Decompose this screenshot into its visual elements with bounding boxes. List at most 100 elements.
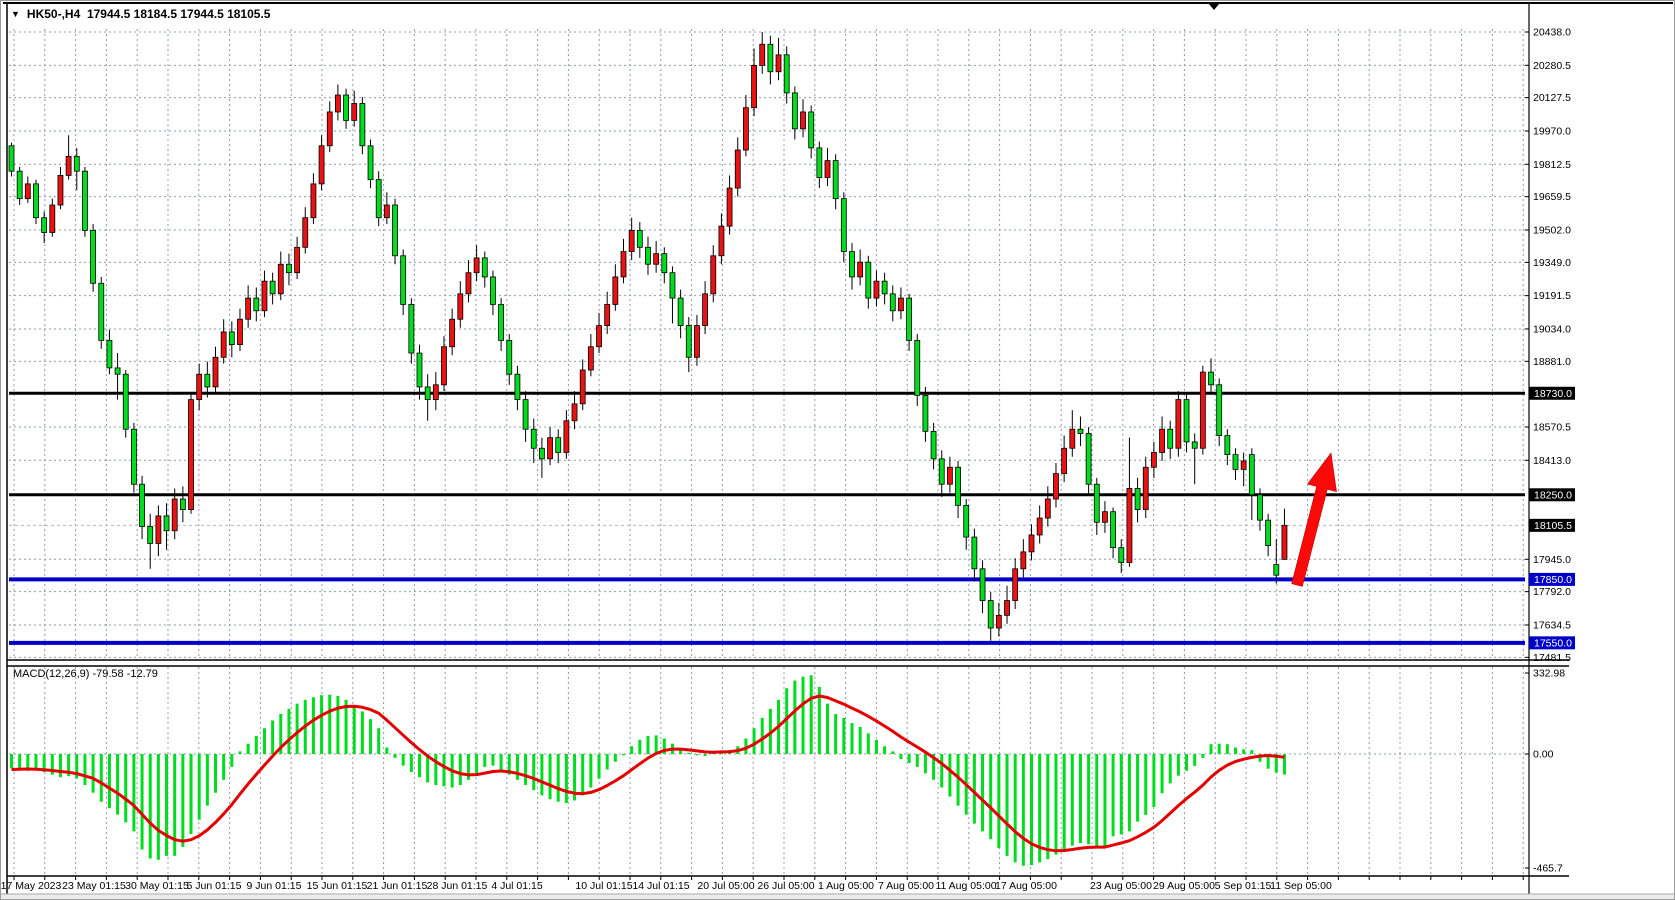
bullish-candle (441, 347, 446, 385)
bearish-candle (499, 304, 504, 340)
bullish-candle (50, 205, 55, 232)
bullish-candle (295, 247, 300, 272)
bearish-candle (17, 171, 22, 198)
bullish-candle (246, 298, 251, 319)
price-axis-label: 19349.0 (1533, 257, 1571, 269)
macd-axis-label: 332.98 (1533, 668, 1565, 680)
bullish-candle (450, 319, 455, 346)
bullish-candle (597, 326, 602, 347)
bearish-candle (768, 44, 773, 71)
bearish-candle (1078, 429, 1083, 433)
bearish-candle (368, 146, 373, 180)
bearish-candle (393, 205, 398, 256)
bullish-candle (947, 467, 952, 484)
bullish-candle (303, 218, 308, 248)
price-axis[interactable]: 20438.020280.520127.519970.019812.519659… (1525, 27, 1575, 875)
bullish-candle (727, 188, 732, 226)
bullish-candle (1053, 474, 1058, 499)
bearish-candle (915, 340, 920, 395)
bearish-candle (833, 161, 838, 199)
bullish-candle (825, 161, 830, 178)
bullish-candle (874, 281, 879, 298)
price-axis-label: 19502.0 (1533, 224, 1571, 236)
bearish-candle (1257, 495, 1262, 520)
price-axis-label: 20280.5 (1533, 60, 1571, 72)
price-tag-label: 18105.5 (1534, 520, 1572, 532)
bullish-candle (1176, 400, 1181, 449)
bullish-candle (1102, 512, 1107, 523)
bullish-candle (172, 499, 177, 531)
bearish-candle (107, 340, 112, 367)
time-axis-label: 1 Aug 05:00 (818, 880, 874, 892)
bearish-candle (662, 254, 667, 273)
price-tag-label: 18730.0 (1534, 388, 1572, 400)
price-axis-label: 18881.0 (1533, 356, 1571, 368)
bullish-candle (1241, 461, 1246, 469)
price-chart-canvas[interactable]: 20438.020280.520127.519970.019812.519659… (1, 1, 1675, 900)
bullish-candle (776, 55, 781, 72)
bullish-candle (743, 108, 748, 150)
time-axis-label: 7 Aug 05:00 (878, 880, 934, 892)
time-axis-label: 21 Jun 01:15 (367, 880, 428, 892)
bearish-candle (286, 264, 291, 272)
bullish-candle (197, 374, 202, 399)
bearish-candle (205, 374, 210, 387)
bearish-candle (1217, 385, 1222, 436)
bearish-candle (1209, 372, 1214, 385)
bullish-candle (711, 256, 716, 294)
price-axis-label: 18570.5 (1533, 421, 1571, 433)
bearish-candle (409, 304, 414, 353)
bullish-candle (572, 404, 577, 421)
bullish-candle (1282, 525, 1287, 559)
macd-axis-label: 0.00 (1533, 749, 1554, 761)
bearish-candle (1094, 484, 1099, 522)
macd-signal-line (12, 696, 1285, 851)
time-axis-label: 15 Jun 01:15 (307, 880, 368, 892)
bearish-candle (33, 184, 38, 218)
time-axis-label: 23 Aug 05:00 (1090, 880, 1152, 892)
bullish-candle (189, 400, 194, 510)
bearish-candle (890, 294, 895, 311)
bearish-candle (956, 467, 961, 505)
bearish-candle (849, 252, 854, 277)
price-axis-label: 19812.5 (1533, 159, 1571, 171)
price-axis-label: 17634.5 (1533, 619, 1571, 631)
price-tag-label: 17550.0 (1534, 637, 1572, 649)
price-tag-label: 17850.0 (1534, 574, 1572, 586)
bearish-candle (9, 146, 14, 171)
price-axis-label: 19970.0 (1533, 125, 1571, 137)
bullish-candle (1200, 372, 1205, 448)
bullish-candle (719, 226, 724, 256)
bearish-candle (270, 281, 275, 294)
time-axis-label: 26 Jul 05:00 (757, 880, 814, 892)
bearish-candle (1168, 429, 1173, 448)
bearish-candle (1274, 565, 1279, 576)
level-lines-layer[interactable] (9, 393, 1525, 643)
bullish-candle (580, 370, 585, 404)
bullish-candle (237, 319, 242, 344)
bearish-candle (1225, 436, 1230, 455)
bullish-candle (1062, 448, 1067, 473)
bearish-candle (140, 484, 145, 526)
bullish-candle (654, 254, 659, 265)
buy-signal-arrow[interactable] (1292, 453, 1337, 586)
bullish-candle (1013, 569, 1018, 601)
bearish-candle (115, 368, 120, 374)
bullish-candle (898, 298, 903, 311)
bearish-candle (841, 199, 846, 252)
bearish-candle (523, 400, 528, 430)
time-axis-label: 9 Jun 01:15 (247, 880, 302, 892)
bullish-candle (352, 103, 357, 120)
bearish-candle (809, 112, 814, 148)
bullish-candle (1070, 429, 1075, 448)
price-axis-label: 19034.0 (1533, 323, 1571, 335)
price-axis-label: 20127.5 (1533, 92, 1571, 104)
time-axis-label: 4 Jul 01:15 (491, 880, 543, 892)
bearish-candle (482, 258, 487, 277)
time-axis-label: 17 May 2023 (1, 880, 62, 892)
bullish-candle (221, 332, 226, 357)
bearish-candle (556, 438, 561, 453)
time-axis[interactable]: 17 May 202323 May 01:1530 May 01:155 Jun… (1, 880, 1332, 892)
bullish-candle (278, 264, 283, 294)
bullish-candle (466, 273, 471, 294)
